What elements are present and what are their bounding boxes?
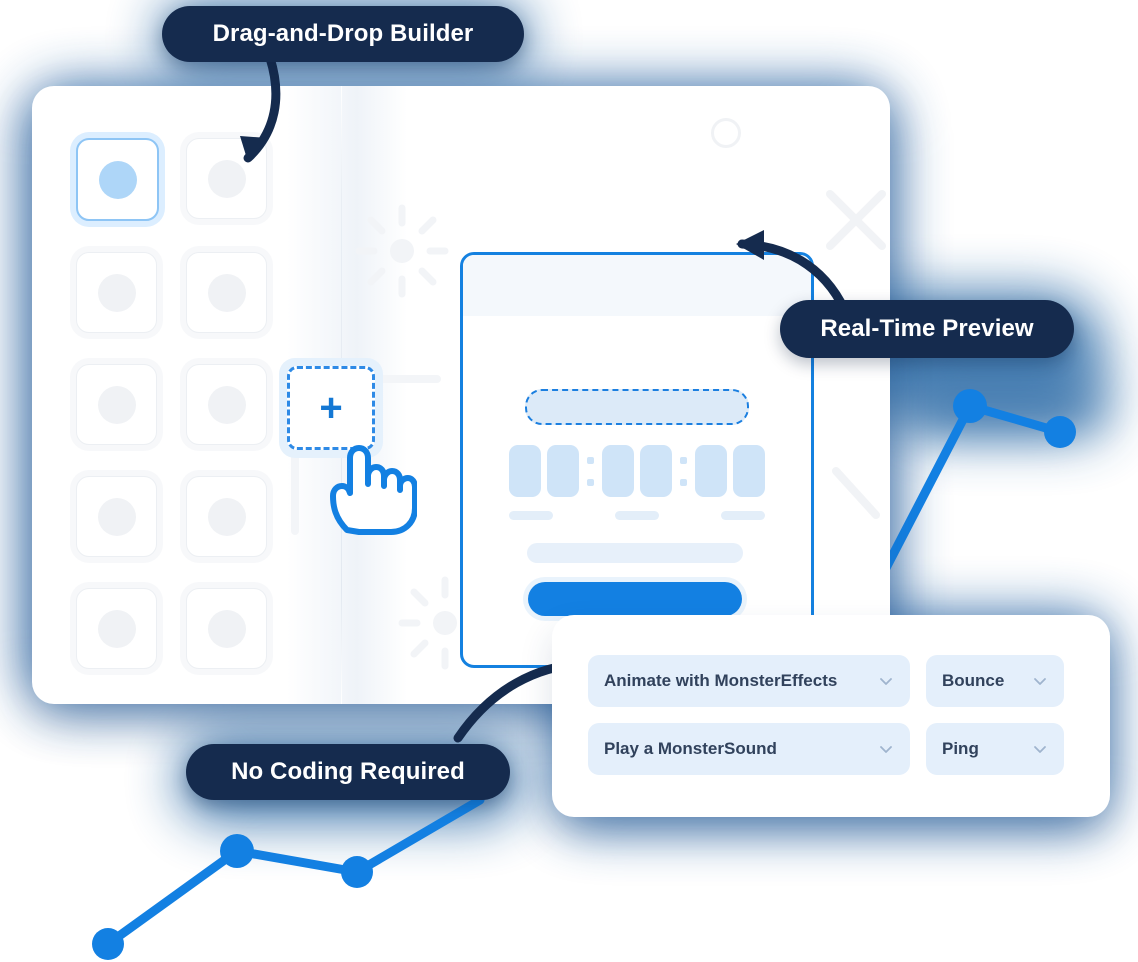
action-value-label: Ping — [942, 739, 979, 758]
chevron-down-icon — [1034, 678, 1046, 685]
action-select-label: Animate with MonsterEffects — [604, 671, 838, 690]
circle-outline-decoration — [711, 118, 741, 148]
palette-tile[interactable] — [76, 138, 159, 221]
timer-label-placeholder — [721, 511, 765, 520]
palette-tile-icon — [207, 609, 246, 648]
timer-digit — [602, 445, 634, 497]
badge-real-time-preview: Real-Time Preview — [780, 300, 1074, 358]
cross-decoration-bottom — [832, 467, 880, 519]
pointing-hand-cursor-icon — [330, 445, 417, 535]
palette-tile-icon — [207, 497, 246, 536]
block-palette-grid — [76, 138, 296, 669]
builder-window-body: + — [32, 86, 890, 704]
palette-tile-icon — [97, 385, 136, 424]
action-select-animate[interactable]: Animate with MonsterEffects — [588, 655, 910, 707]
action-value-bounce[interactable]: Bounce — [926, 655, 1064, 707]
palette-tile[interactable] — [76, 476, 157, 557]
sparkle-decoration-top — [355, 204, 449, 298]
illustration-stage: + Animate with MonsterEffects Bounce Pla… — [0, 0, 1138, 962]
palette-tile[interactable] — [186, 476, 267, 557]
preview-timer-labels — [509, 511, 765, 520]
chevron-down-icon — [880, 678, 892, 685]
palette-tile-icon — [207, 385, 246, 424]
action-row: Animate with MonsterEffects Bounce — [588, 655, 1064, 707]
action-select-label: Play a MonsterSound — [604, 739, 777, 758]
timer-digit — [509, 445, 541, 497]
action-value-ping[interactable]: Ping — [926, 723, 1064, 775]
chevron-down-icon — [1034, 746, 1046, 753]
plus-icon: + — [319, 386, 343, 430]
palette-tile-icon — [97, 609, 136, 648]
builder-window: + — [32, 86, 890, 704]
timer-digit — [640, 445, 672, 497]
decorative-line-chart-right — [880, 389, 1076, 575]
palette-tile[interactable] — [76, 588, 157, 669]
timer-digit — [695, 445, 727, 497]
timer-separator-icon — [587, 449, 594, 493]
badge-no-coding-required: No Coding Required — [186, 744, 510, 800]
timer-label-placeholder — [615, 511, 659, 520]
actions-card: Animate with MonsterEffects Bounce Play … — [552, 615, 1110, 817]
chevron-down-icon — [880, 746, 892, 753]
palette-tile-icon — [98, 160, 137, 199]
timer-label-placeholder — [509, 511, 553, 520]
action-value-label: Bounce — [942, 671, 1005, 690]
timer-separator-icon — [680, 449, 687, 493]
palette-tile[interactable] — [76, 364, 157, 445]
action-select-sound[interactable]: Play a MonsterSound — [588, 723, 910, 775]
preview-body-text-placeholder — [527, 543, 743, 563]
preview-cta-button[interactable] — [528, 582, 742, 616]
timer-digit — [733, 445, 765, 497]
action-row: Play a MonsterSound Ping — [588, 723, 1064, 775]
timer-digit — [547, 445, 579, 497]
palette-tile-icon — [207, 273, 246, 312]
palette-tile-icon — [97, 497, 136, 536]
palette-tile[interactable] — [76, 252, 157, 333]
palette-tile-icon — [97, 273, 136, 312]
preview-headline-placeholder[interactable] — [525, 389, 749, 425]
palette-tile[interactable] — [186, 588, 267, 669]
arrow-to-palette — [240, 53, 281, 163]
preview-countdown-timer — [509, 445, 765, 497]
badge-drag-and-drop-builder: Drag-and-Drop Builder — [162, 6, 524, 62]
palette-tile[interactable] — [186, 252, 267, 333]
palette-tile[interactable] — [186, 364, 267, 445]
decorative-line-chart-bottom-left — [92, 795, 485, 960]
